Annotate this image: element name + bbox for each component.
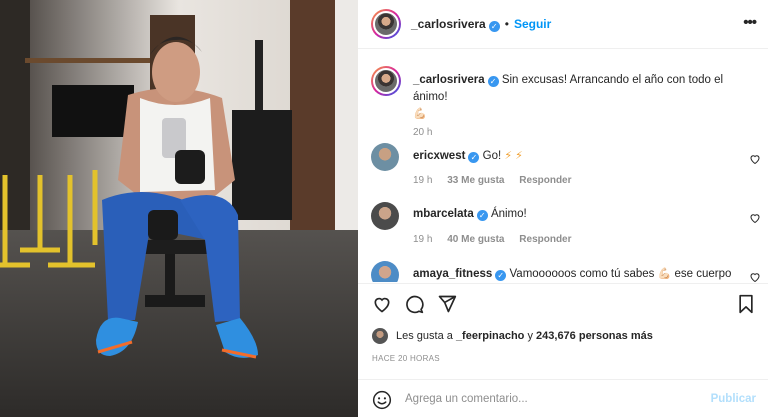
comment-time[interactable]: 19 h	[413, 175, 432, 186]
liker-username[interactable]: _feerpinacho	[456, 330, 524, 342]
share-plane-icon[interactable]	[437, 294, 457, 314]
post-header: _carlosrivera ✓ • Seguir •••	[358, 0, 768, 49]
liker-avatar[interactable]	[372, 328, 388, 344]
header-separator: •	[504, 17, 509, 31]
post-photo[interactable]	[0, 0, 358, 417]
action-bar	[358, 283, 768, 325]
comment-meta: 19 h 40 Me gusta Responder	[413, 234, 572, 245]
comment-likes[interactable]: 33 Me gusta	[447, 175, 504, 186]
caption-time[interactable]: 20 h	[413, 127, 432, 138]
emoji-smile-icon[interactable]	[372, 390, 392, 410]
comment-text-continued: ese cuerpo	[674, 268, 732, 280]
comment-text: Go!	[482, 150, 502, 162]
comment-likes[interactable]: 40 Me gusta	[447, 234, 504, 245]
comment-bubble-icon[interactable]	[404, 294, 424, 314]
author-username[interactable]: _carlosrivera ✓	[411, 17, 500, 32]
verified-badge-icon: ✓	[488, 20, 500, 32]
comment-username[interactable]: mbarcelata	[413, 208, 474, 220]
likes-summary: Les gusta a _feerpinacho y 243,676 perso…	[372, 328, 653, 344]
post-panel: _carlosrivera ✓ • Seguir ••• _carlosriver…	[358, 0, 768, 417]
comment-row: amaya_fitness ✓ Vamoooooos como tú sabes …	[371, 261, 761, 282]
more-options-icon[interactable]: •••	[743, 14, 757, 31]
heart-icon[interactable]	[749, 153, 761, 165]
heart-icon[interactable]	[749, 271, 761, 282]
comment-input[interactable]: Agrega un comentario...	[405, 393, 528, 405]
likes-count[interactable]: 243,676 personas más	[536, 330, 653, 342]
comments-list[interactable]: _carlosrivera ✓ Sin excusas! Arrancando e…	[358, 50, 768, 282]
verified-badge-icon: ✓	[487, 76, 499, 87]
reply-button[interactable]: Responder	[519, 175, 571, 186]
comment-username[interactable]: ericxwest	[413, 150, 465, 162]
comment-time[interactable]: 19 h	[413, 234, 432, 245]
comment-row: ericxwest ✓ Go! ⚡ ⚡ 19 h 33 Me gusta Resp…	[371, 143, 761, 186]
likes-connector: y	[527, 330, 533, 342]
commenter-avatar[interactable]	[371, 202, 399, 230]
caption-username[interactable]: _carlosrivera	[413, 74, 485, 86]
lightning-icon: ⚡ ⚡	[504, 150, 523, 162]
follow-button[interactable]: Seguir	[514, 17, 551, 31]
flexed-bicep-icon: 💪🏻	[657, 268, 672, 280]
heart-icon[interactable]	[749, 212, 761, 224]
comment-composer: Agrega un comentario... Publicar	[358, 379, 768, 417]
verified-badge-icon: ✓	[468, 152, 480, 163]
verified-badge-icon: ✓	[476, 210, 488, 221]
likes-prefix: Les gusta a	[396, 330, 453, 342]
post-comment-button[interactable]: Publicar	[711, 393, 756, 405]
bookmark-icon[interactable]	[736, 294, 756, 314]
caption-avatar[interactable]	[371, 66, 401, 96]
comment-text: Vamoooooos como tú sabes	[509, 268, 655, 280]
post-timestamp[interactable]: HACE 20 HORAS	[372, 354, 440, 363]
author-avatar[interactable]	[371, 9, 401, 39]
comment-row: mbarcelata ✓ Ánimo! 19 h 40 Me gusta Resp…	[371, 202, 761, 245]
comment-meta: 19 h 33 Me gusta Responder	[413, 175, 572, 186]
comment-text: Ánimo!	[490, 208, 527, 220]
like-heart-icon[interactable]	[372, 294, 392, 314]
commenter-avatar[interactable]	[371, 143, 399, 171]
comment-username[interactable]: amaya_fitness	[413, 268, 492, 280]
flexed-bicep-icon: 💪🏻	[413, 108, 427, 120]
commenter-avatar[interactable]	[371, 261, 399, 282]
reply-button[interactable]: Responder	[519, 234, 571, 245]
verified-badge-icon: ✓	[495, 270, 507, 281]
